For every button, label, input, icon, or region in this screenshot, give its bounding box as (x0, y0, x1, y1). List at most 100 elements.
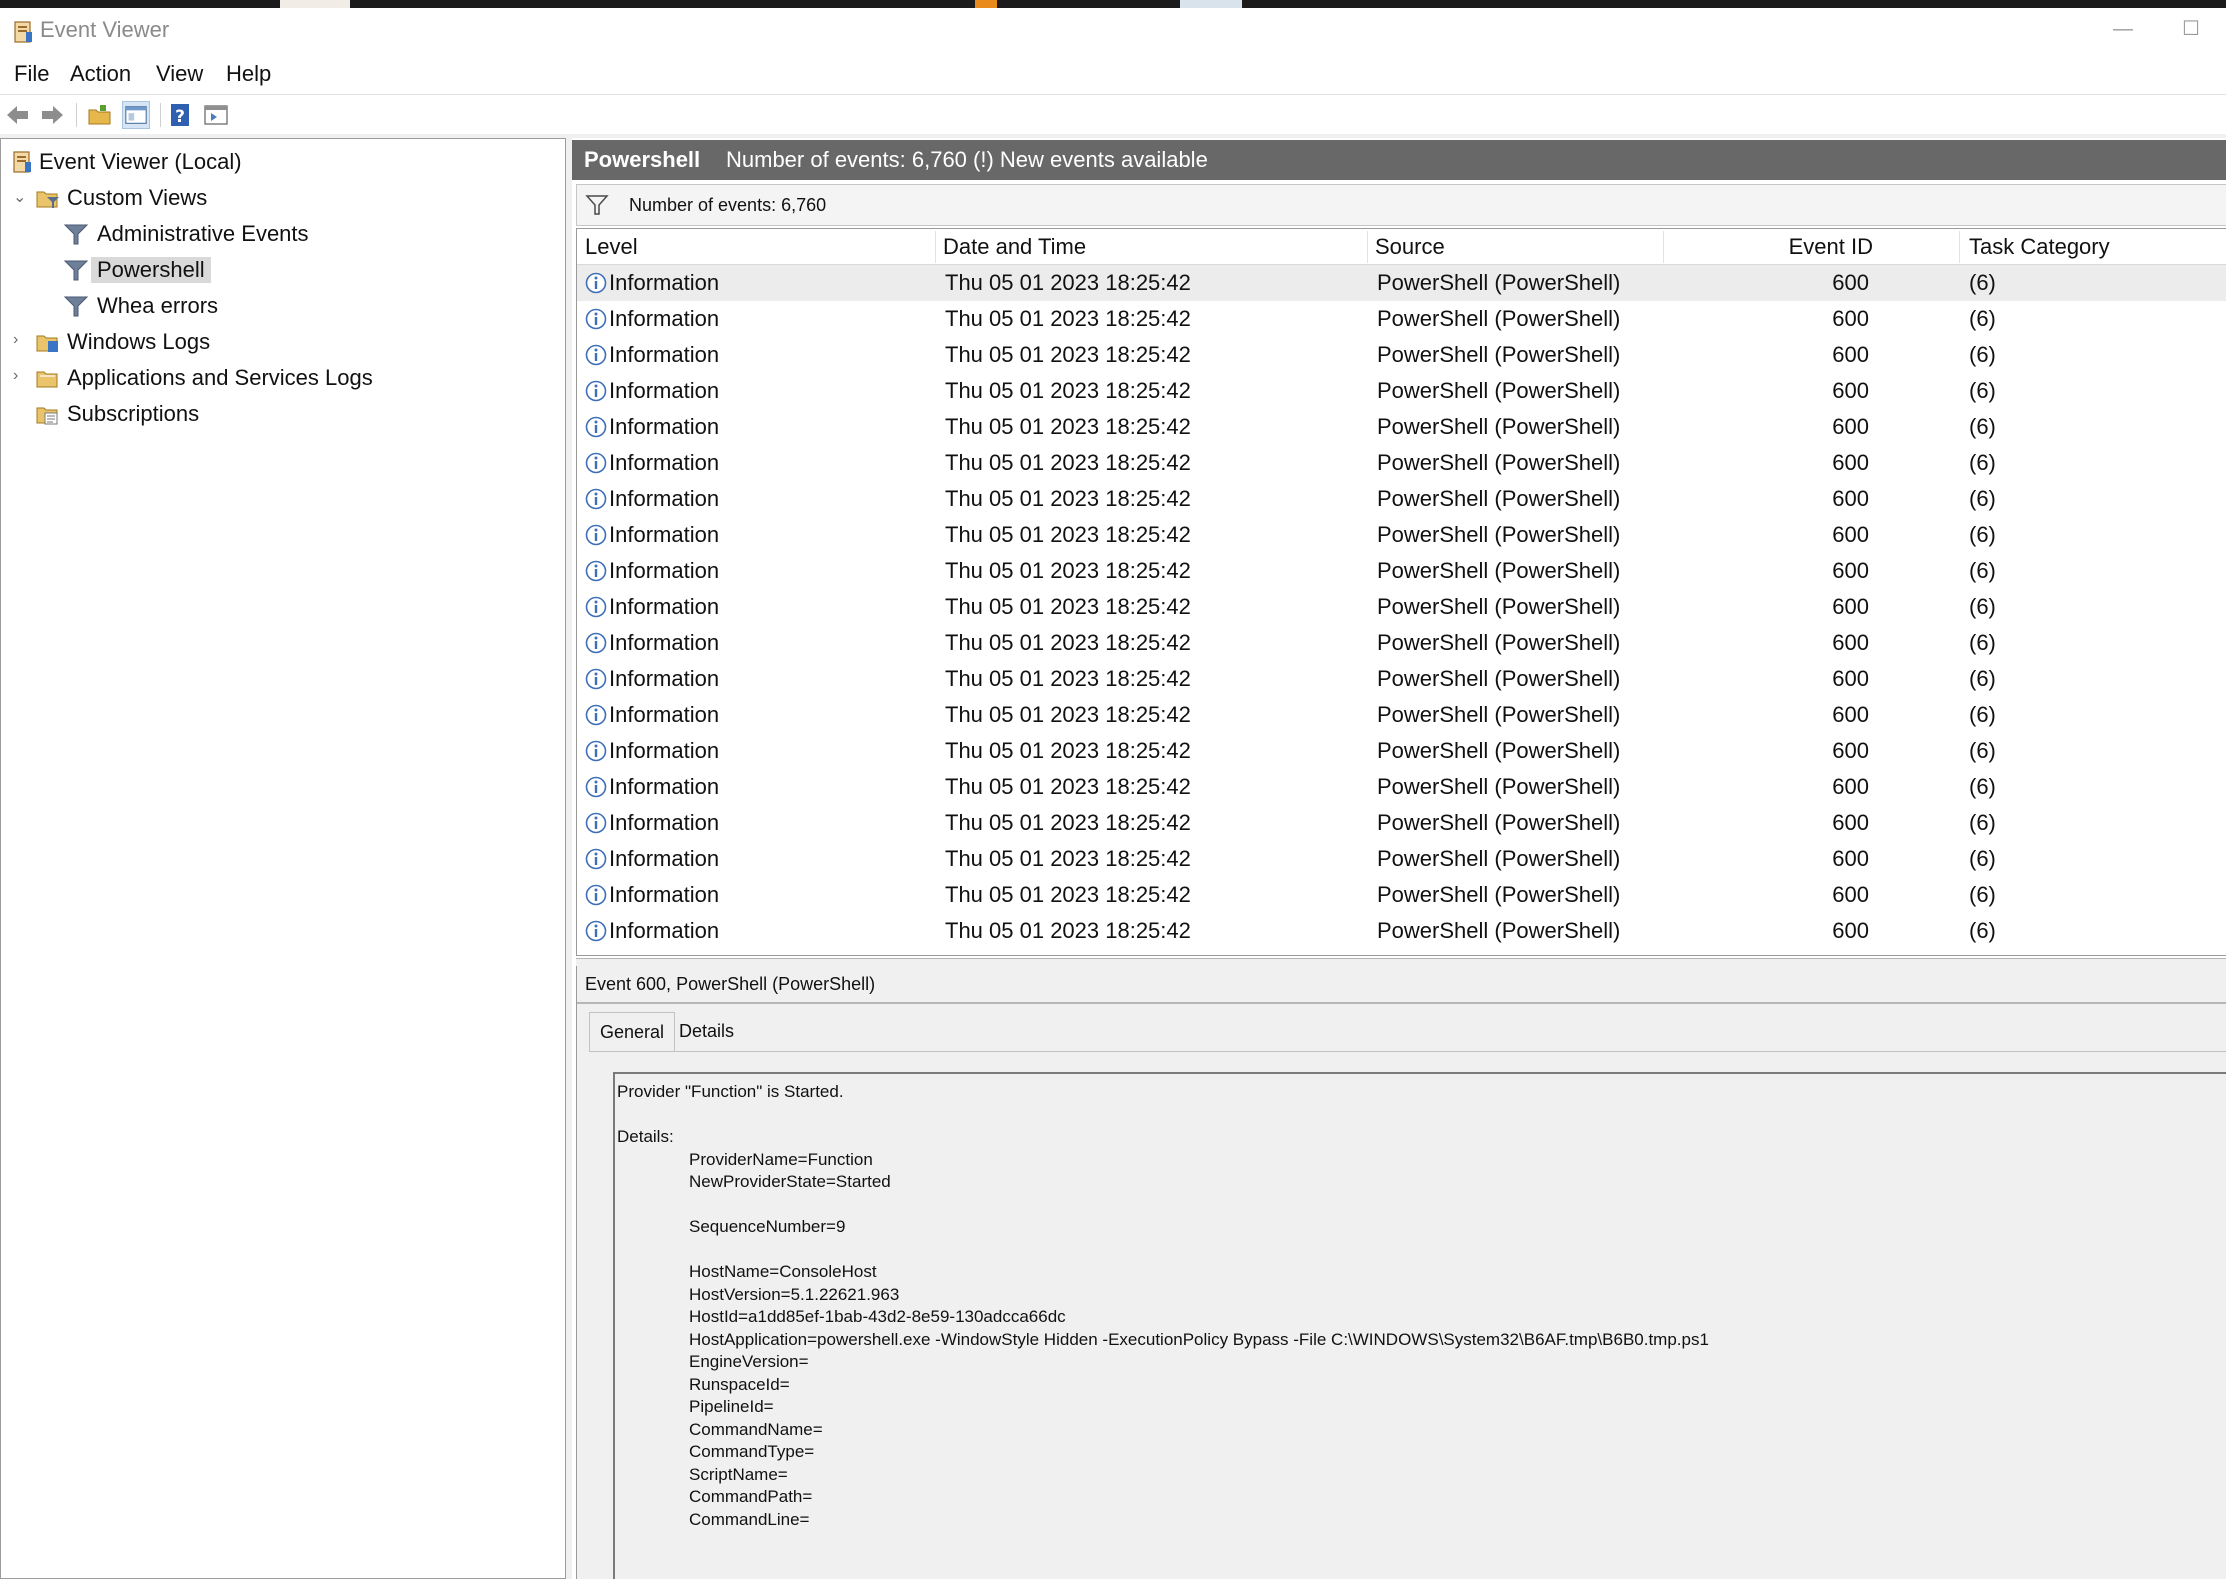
cell-event-id: 600 (1832, 666, 1869, 691)
table-row[interactable]: Information Thu 05 01 2023 18:25:42 PowerS… (577, 301, 2226, 337)
preview-splitter[interactable] (576, 958, 2226, 966)
cell-date-time: Thu 05 01 2023 18:25:42 (945, 882, 1191, 907)
tree-item-windows-logs[interactable]: › Windows Logs (1, 325, 561, 359)
event-viewer-app-icon (14, 21, 32, 43)
chevron-right-icon[interactable]: › (13, 367, 27, 387)
cell-task-category: (6) (1969, 270, 1996, 295)
menu-view[interactable]: View (156, 61, 203, 87)
column-header-source[interactable]: Source (1375, 229, 1445, 265)
console-tree-icon[interactable] (122, 101, 150, 129)
tree-item-powershell[interactable]: Powershell (1, 253, 561, 287)
folder-filter-icon (36, 191, 59, 208)
filter-icon (585, 195, 609, 215)
table-row[interactable]: Information Thu 05 01 2023 18:25:42 PowerS… (577, 553, 2226, 589)
console-tree: Event Viewer (Local) ⌄ Custom Views Admi… (0, 138, 566, 1579)
cell-event-id: 600 (1832, 702, 1869, 727)
table-row[interactable]: Information Thu 05 01 2023 18:25:42 PowerS… (577, 733, 2226, 769)
cell-task-category: (6) (1969, 558, 1996, 583)
table-row[interactable]: Information Thu 05 01 2023 18:25:42 PowerS… (577, 589, 2226, 625)
column-divider[interactable] (1663, 231, 1664, 263)
tree-item-subscriptions[interactable]: Subscriptions (1, 397, 561, 431)
table-row[interactable]: Information Thu 05 01 2023 18:25:42 PowerS… (577, 625, 2226, 661)
table-row[interactable]: Information Thu 05 01 2023 18:25:42 PowerS… (577, 877, 2226, 913)
cell-source: PowerShell (PowerShell) (1377, 666, 1621, 691)
filter-icon (63, 260, 89, 281)
table-row[interactable]: Information Thu 05 01 2023 18:25:42 PowerS… (577, 841, 2226, 877)
cell-event-id: 600 (1832, 342, 1869, 367)
cell-date-time: Thu 05 01 2023 18:25:42 (945, 522, 1191, 547)
tree-item-event-viewer-local[interactable]: Event Viewer (Local) (1, 145, 561, 179)
pane-splitter[interactable] (566, 138, 572, 1579)
cell-date-time: Thu 05 01 2023 18:25:42 (945, 846, 1191, 871)
log-header: Powershell Number of events: 6,760 (!) N… (572, 140, 2226, 180)
information-icon (585, 884, 607, 906)
cell-date-time: Thu 05 01 2023 18:25:42 (945, 486, 1191, 511)
cell-source: PowerShell (PowerShell) (1377, 486, 1621, 511)
forward-arrow-icon[interactable] (38, 101, 66, 129)
cell-event-id: 600 (1832, 486, 1869, 511)
menu-action[interactable]: Action (70, 61, 131, 87)
information-icon (585, 812, 607, 834)
cell-date-time: Thu 05 01 2023 18:25:42 (945, 378, 1191, 403)
cell-level: Information (609, 630, 720, 655)
tab-details[interactable]: Details (669, 1012, 744, 1050)
column-divider[interactable] (1367, 231, 1368, 263)
table-row[interactable]: Information Thu 05 01 2023 18:25:42 PowerS… (577, 517, 2226, 553)
menu-file[interactable]: File (14, 61, 49, 87)
cell-event-id: 600 (1832, 810, 1869, 835)
tree-item-applications-services-logs[interactable]: › Applications and Services Logs (1, 361, 561, 395)
cell-task-category: (6) (1969, 918, 1996, 943)
information-icon (585, 776, 607, 798)
cell-source: PowerShell (PowerShell) (1377, 918, 1621, 943)
column-header-task-category[interactable]: Task Category (1969, 229, 2110, 265)
event-message-box[interactable]: Provider "Function" is Started. Details: P… (613, 1072, 2226, 1579)
folder-logs-icon (36, 335, 58, 352)
maximize-button[interactable]: ☐ (2176, 16, 2206, 42)
column-header-event-id[interactable]: Event ID (1673, 229, 1873, 265)
table-row[interactable]: Information Thu 05 01 2023 18:25:42 PowerS… (577, 481, 2226, 517)
cell-source: PowerShell (PowerShell) (1377, 810, 1621, 835)
open-folder-icon[interactable] (86, 101, 114, 129)
tree-item-administrative-events[interactable]: Administrative Events (1, 217, 561, 251)
cell-source: PowerShell (PowerShell) (1377, 306, 1621, 331)
table-row[interactable]: Information Thu 05 01 2023 18:25:42 PowerS… (577, 697, 2226, 733)
cell-level: Information (609, 882, 720, 907)
cell-event-id: 600 (1832, 414, 1869, 439)
table-row[interactable]: Information Thu 05 01 2023 18:25:42 PowerS… (577, 373, 2226, 409)
message-line: HostApplication=powershell.exe -WindowSt… (689, 1329, 1709, 1349)
table-row[interactable]: Information Thu 05 01 2023 18:25:42 PowerS… (577, 805, 2226, 841)
column-divider[interactable] (935, 231, 936, 263)
column-header-date-time[interactable]: Date and Time (943, 229, 1086, 265)
tree-item-label: Custom Views (67, 185, 208, 210)
table-row[interactable]: Information Thu 05 01 2023 18:25:42 PowerS… (577, 337, 2226, 373)
tab-underline (589, 1051, 2226, 1052)
information-icon (585, 704, 607, 726)
column-divider[interactable] (1959, 231, 1960, 263)
table-row[interactable]: Information Thu 05 01 2023 18:25:42 PowerS… (577, 913, 2226, 949)
chevron-down-icon[interactable]: ⌄ (13, 187, 27, 207)
cell-date-time: Thu 05 01 2023 18:25:42 (945, 450, 1191, 475)
table-row[interactable]: Information Thu 05 01 2023 18:25:42 PowerS… (577, 445, 2226, 481)
table-row[interactable]: Information Thu 05 01 2023 18:25:42 PowerS… (577, 661, 2226, 697)
table-row[interactable]: Information Thu 05 01 2023 18:25:42 PowerS… (577, 409, 2226, 445)
cell-event-id: 600 (1832, 378, 1869, 403)
column-header-level[interactable]: Level (585, 229, 638, 265)
table-row[interactable]: Information Thu 05 01 2023 18:25:42 PowerS… (577, 265, 2226, 301)
help-icon[interactable]: ? (166, 101, 194, 129)
cell-date-time: Thu 05 01 2023 18:25:42 (945, 738, 1191, 763)
cell-task-category: (6) (1969, 414, 1996, 439)
chevron-right-icon[interactable]: › (13, 331, 27, 351)
tab-general[interactable]: General (589, 1012, 676, 1052)
tree-item-whea-errors[interactable]: Whea errors (1, 289, 561, 323)
back-arrow-icon[interactable] (4, 101, 32, 129)
cell-event-id: 600 (1832, 306, 1869, 331)
menu-help[interactable]: Help (226, 61, 271, 87)
information-icon (585, 344, 607, 366)
tree-item-custom-views[interactable]: ⌄ Custom Views (1, 181, 561, 215)
tree-item-label: Event Viewer (Local) (39, 149, 242, 174)
minimize-button[interactable]: — (2108, 16, 2138, 42)
action-pane-icon[interactable] (202, 101, 230, 129)
cell-level: Information (609, 450, 720, 475)
table-row[interactable]: Information Thu 05 01 2023 18:25:42 PowerS… (577, 769, 2226, 805)
cell-event-id: 600 (1832, 882, 1869, 907)
